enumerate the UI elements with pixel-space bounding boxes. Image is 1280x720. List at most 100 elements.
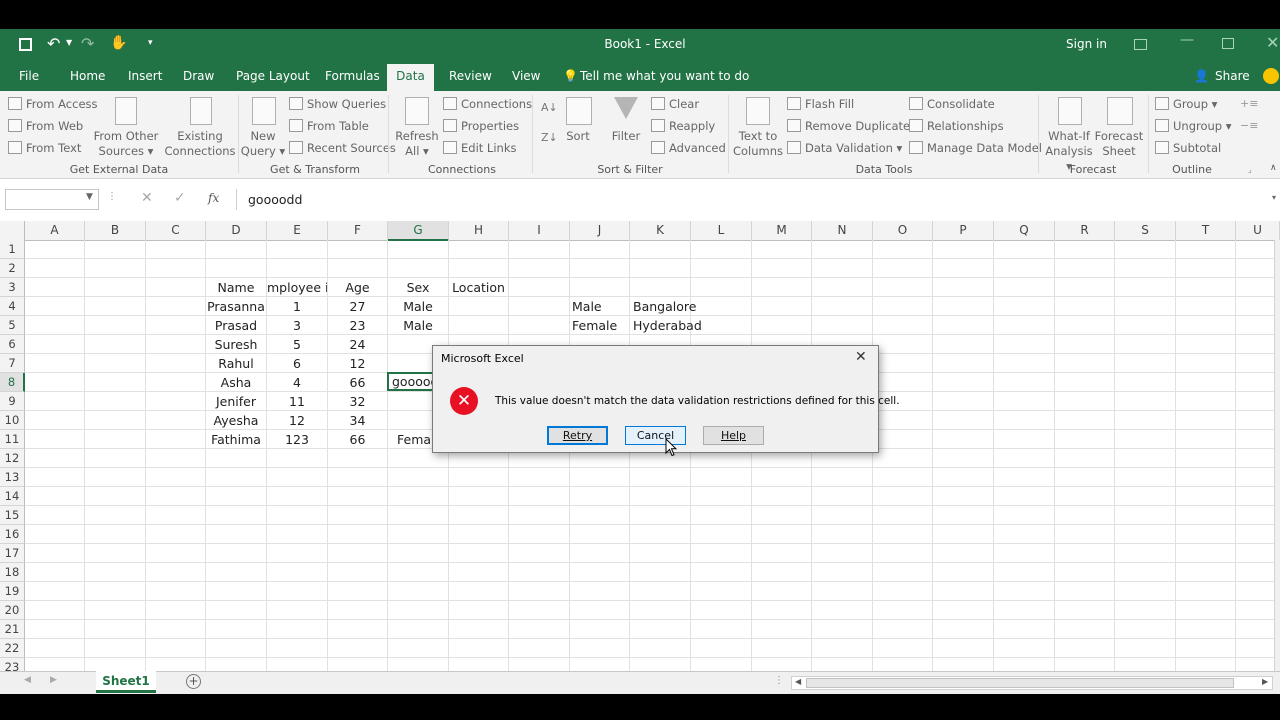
- column-header-e[interactable]: E: [267, 221, 328, 241]
- cell-f8[interactable]: 66: [328, 373, 387, 392]
- horizontal-scroll-thumb[interactable]: [806, 678, 1234, 688]
- cell-j4[interactable]: Male: [572, 297, 629, 316]
- smiley-icon[interactable]: [1263, 68, 1279, 84]
- cell-d9[interactable]: Jenifer: [206, 392, 266, 411]
- undo-icon[interactable]: ↶: [47, 34, 60, 53]
- clear-button[interactable]: Clear: [651, 97, 699, 111]
- cell-g5[interactable]: Male: [388, 316, 448, 335]
- row-header-5[interactable]: 5: [0, 316, 25, 335]
- column-header-a[interactable]: A: [25, 221, 85, 241]
- tab-file[interactable]: File: [19, 64, 39, 91]
- cell-d4[interactable]: Prasanna: [206, 297, 266, 316]
- column-header-r[interactable]: R: [1055, 221, 1115, 241]
- show-queries-button[interactable]: Show Queries: [289, 97, 386, 111]
- from-access-button[interactable]: From Access: [8, 97, 98, 111]
- collapse-ribbon-icon[interactable]: ∧: [1270, 163, 1277, 173]
- manage-data-model-button[interactable]: Manage Data Model: [909, 141, 1042, 155]
- column-header-j[interactable]: J: [570, 221, 630, 241]
- customize-qat-icon[interactable]: ▾: [148, 38, 153, 48]
- formula-input[interactable]: goooodd: [236, 189, 1280, 210]
- column-header-h[interactable]: H: [449, 221, 509, 241]
- cell-e5[interactable]: 3: [267, 316, 327, 335]
- column-header-l[interactable]: L: [691, 221, 752, 241]
- tab-review[interactable]: Review: [449, 64, 492, 91]
- tab-draw[interactable]: Draw: [183, 64, 214, 91]
- cell-e3[interactable]: mployee i: [267, 278, 327, 297]
- column-header-f[interactable]: F: [328, 221, 388, 241]
- row-header-12[interactable]: 12: [0, 449, 25, 468]
- connections-button[interactable]: Connections: [443, 97, 532, 111]
- cell-f10[interactable]: 34: [328, 411, 387, 430]
- row-header-18[interactable]: 18: [0, 563, 25, 582]
- from-web-button[interactable]: From Web: [8, 119, 83, 133]
- relationships-button[interactable]: Relationships: [909, 119, 1004, 133]
- existing-connections-button[interactable]: Existing Connections: [164, 129, 236, 159]
- new-query-button[interactable]: New Query ▾: [240, 129, 286, 159]
- row-header-8[interactable]: 8: [0, 373, 25, 392]
- hide-detail-icon[interactable]: −≡: [1240, 119, 1258, 132]
- column-header-t[interactable]: T: [1176, 221, 1236, 241]
- name-box[interactable]: ▼: [5, 189, 99, 210]
- column-header-d[interactable]: D: [206, 221, 267, 241]
- cell-f5[interactable]: 23: [328, 316, 387, 335]
- cell-e11[interactable]: 123: [267, 430, 327, 449]
- recent-sources-button[interactable]: Recent Sources: [289, 141, 396, 155]
- cell-h3[interactable]: Location: [449, 278, 508, 297]
- filter-button[interactable]: Filter: [608, 129, 644, 144]
- forecast-sheet-button[interactable]: Forecast Sheet: [1094, 129, 1144, 159]
- row-header-6[interactable]: 6: [0, 335, 25, 354]
- properties-button[interactable]: Properties: [443, 119, 519, 133]
- flash-fill-button[interactable]: Flash Fill: [787, 97, 854, 111]
- cell-f11[interactable]: 66: [328, 430, 387, 449]
- formula-bar-dots-icon[interactable]: ⋮: [107, 191, 117, 202]
- row-header-20[interactable]: 20: [0, 601, 25, 620]
- column-header-m[interactable]: M: [752, 221, 812, 241]
- tab-split-handle[interactable]: ⋮: [774, 675, 784, 686]
- cell-d7[interactable]: Rahul: [206, 354, 266, 373]
- column-header-o[interactable]: O: [873, 221, 933, 241]
- tab-data[interactable]: Data: [387, 64, 434, 91]
- name-box-dropdown-icon[interactable]: ▼: [86, 192, 93, 202]
- cell-e6[interactable]: 5: [267, 335, 327, 354]
- column-header-i[interactable]: I: [509, 221, 570, 241]
- tab-view[interactable]: View: [512, 64, 540, 91]
- row-header-16[interactable]: 16: [0, 525, 25, 544]
- cell-e4[interactable]: 1: [267, 297, 327, 316]
- horizontal-scrollbar[interactable]: ◀ ▶: [791, 676, 1273, 690]
- row-header-23[interactable]: 23: [0, 658, 25, 671]
- tab-insert[interactable]: Insert: [128, 64, 162, 91]
- dialog-close-icon[interactable]: ✕: [855, 349, 867, 365]
- cell-f9[interactable]: 32: [328, 392, 387, 411]
- next-sheet-icon[interactable]: ▶: [50, 675, 57, 685]
- cell-d10[interactable]: Ayesha: [206, 411, 266, 430]
- sort-az-icon[interactable]: A↓: [541, 101, 558, 114]
- row-header-17[interactable]: 17: [0, 544, 25, 563]
- touch-mode-icon[interactable]: ✋: [110, 35, 127, 51]
- cell-e7[interactable]: 6: [267, 354, 327, 373]
- expand-formula-bar-icon[interactable]: ▾: [1272, 193, 1276, 202]
- cell-g4[interactable]: Male: [388, 297, 448, 316]
- row-header-1[interactable]: 1: [0, 240, 25, 259]
- ungroup-button[interactable]: Ungroup ▾: [1155, 119, 1232, 133]
- row-header-2[interactable]: 2: [0, 259, 25, 278]
- group-button[interactable]: Group ▾: [1155, 97, 1217, 111]
- data-validation-button[interactable]: Data Validation ▾: [787, 141, 902, 155]
- cell-d3[interactable]: Name: [206, 278, 266, 297]
- tab-home[interactable]: Home: [70, 64, 105, 91]
- cell-f3[interactable]: Age: [328, 278, 387, 297]
- advanced-button[interactable]: Advanced: [651, 141, 726, 155]
- tab-formulas[interactable]: Formulas: [325, 64, 380, 91]
- reapply-button[interactable]: Reapply: [651, 119, 715, 133]
- refresh-all-button[interactable]: Refresh All ▾: [394, 129, 440, 159]
- row-header-4[interactable]: 4: [0, 297, 25, 316]
- undo-dropdown-icon[interactable]: ▼: [66, 38, 72, 47]
- vertical-scrollbar[interactable]: [1274, 240, 1280, 671]
- cancel-entry-icon[interactable]: ✕: [141, 190, 153, 206]
- column-header-q[interactable]: Q: [994, 221, 1055, 241]
- share-button[interactable]: Share: [1215, 64, 1250, 91]
- column-header-c[interactable]: C: [146, 221, 206, 241]
- cell-e9[interactable]: 11: [267, 392, 327, 411]
- cell-d11[interactable]: Fathima: [206, 430, 266, 449]
- sign-in-link[interactable]: Sign in: [1066, 37, 1107, 51]
- cell-d6[interactable]: Suresh: [206, 335, 266, 354]
